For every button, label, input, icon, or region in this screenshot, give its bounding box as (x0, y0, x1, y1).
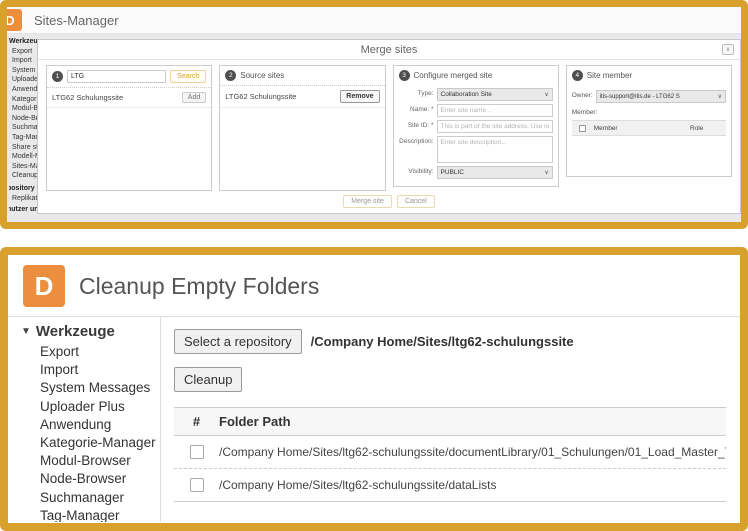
add-button[interactable]: Add (182, 92, 206, 103)
owner-label: Owner: (572, 90, 593, 103)
app-logo: D (0, 9, 22, 31)
name-label: Name: * (399, 104, 437, 117)
tools-sidebar: ▼ Werkzeuge Export Import System Message… (8, 317, 161, 522)
chevron-down-icon: ∨ (544, 91, 548, 98)
sidebar-item[interactable]: Uploader Plus (40, 398, 160, 416)
description-label: Description: (399, 136, 437, 163)
search-sites-panel: 1 Search LTG62 Schulungssite Add (46, 65, 212, 191)
type-select[interactable]: Collaboration Site ∨ (437, 88, 553, 101)
sites-manager-screenshot: D Sites-Manager Werkzeu Export Import Sy… (0, 0, 748, 229)
select-repository-button[interactable]: Select a repository (174, 329, 302, 354)
search-button[interactable]: Search (170, 70, 206, 83)
sidebar-item[interactable]: System Messages (40, 379, 160, 397)
sidebar-item[interactable]: Anwendung (40, 416, 160, 434)
sidebar-item[interactable]: Kategorie-Manager (40, 434, 160, 452)
table-row: /Company Home/Sites/ltg62-schulungssite/… (174, 469, 726, 502)
sites-manager-body: Werkzeu Export Import System Me Uploader… (7, 34, 741, 222)
step-4-badge: 4 (572, 70, 583, 81)
configure-title: Configure merged site (414, 71, 493, 80)
table-row: /Company Home/Sites/ltg62-schulungssite/… (174, 436, 726, 469)
cleanup-header: D Cleanup Empty Folders (8, 255, 740, 317)
folder-path-cell: /Company Home/Sites/ltg62-schulungssite/… (219, 445, 726, 459)
cleanup-content: ▼ Werkzeuge Export Import System Message… (8, 317, 740, 522)
sidebar-item[interactable]: Import (40, 361, 160, 379)
hash-column-header: # (174, 414, 219, 429)
sidebar-item[interactable]: Tag-Manager (40, 507, 160, 522)
step-2-badge: 2 (225, 70, 236, 81)
site-member-title: Site member (587, 71, 632, 80)
site-member-panel: 4 Site member Owner: itis-support@itis.d… (566, 65, 732, 177)
type-label: Type: (399, 88, 437, 101)
sidebar-item[interactable]: Export (40, 343, 160, 361)
role-column-header: Role (690, 125, 726, 132)
page-title: Cleanup Empty Folders (79, 273, 319, 300)
sites-manager-titlebar: D Sites-Manager (7, 7, 741, 34)
visibility-label: Visibility: (399, 166, 437, 179)
source-sites-panel: 2 Source sites LTG62 Schulungssite Remov… (219, 65, 385, 191)
step-3-badge: 3 (399, 70, 410, 81)
owner-select[interactable]: itis-support@itis.de - LTG62 S ∨ (596, 90, 726, 103)
sidebar-item[interactable]: Node-Browser (40, 470, 160, 488)
cleanup-button[interactable]: Cleanup (174, 367, 242, 392)
merge-sites-dialog: Merge sites x 1 Search LTG62 Schulungssi… (37, 39, 741, 214)
member-column-header: Member (594, 125, 690, 132)
site-search-input[interactable] (67, 70, 166, 83)
folders-table-body: /Company Home/Sites/ltg62-schulungssite/… (174, 436, 726, 502)
close-icon[interactable]: x (722, 44, 734, 55)
sidebar-section-label: Werkzeuge (36, 323, 115, 340)
dialog-footer: Merge site Cancel (38, 192, 740, 213)
folder-path-column-header: Folder Path (219, 414, 726, 429)
page-title: Sites-Manager (34, 13, 119, 28)
cleanup-empty-folders-screenshot: D Cleanup Empty Folders ▼ Werkzeuge Expo… (0, 247, 748, 531)
member-label: Member: (572, 109, 726, 116)
row-checkbox[interactable] (190, 445, 204, 459)
site-name-input[interactable] (437, 104, 553, 117)
sidebar-item[interactable]: Modul-Browser (40, 452, 160, 470)
folders-table: # Folder Path /Company Home/Sites/ltg62-… (174, 407, 726, 502)
sidebar-items: Export Import System Messages Uploader P… (21, 343, 160, 522)
chevron-down-icon: ∨ (718, 93, 722, 100)
app-logo: D (23, 265, 65, 307)
step-1-badge: 1 (52, 71, 63, 82)
site-id-label: Site ID: * (399, 120, 437, 133)
repository-row: Select a repository /Company Home/Sites/… (174, 329, 726, 354)
dialog-title: Merge sites (38, 40, 740, 60)
source-site-label: LTG62 Schulungssite (225, 92, 296, 101)
search-result-label: LTG62 Schulungssite (52, 93, 123, 102)
source-sites-title: Source sites (240, 71, 284, 80)
row-checkbox[interactable] (190, 478, 204, 492)
sidebar-item[interactable]: Suchmanager (40, 489, 160, 507)
configure-merged-site-panel: 3 Configure merged site Type: Collaborat… (393, 65, 559, 187)
source-site-row: LTG62 Schulungssite Remove (220, 86, 384, 108)
site-description-textarea[interactable] (437, 136, 553, 163)
sidebar-section-werkzeuge[interactable]: ▼ Werkzeuge (21, 323, 160, 340)
select-all-checkbox[interactable] (579, 125, 586, 132)
folder-path-cell: /Company Home/Sites/ltg62-schulungssite/… (219, 478, 726, 492)
merge-site-button[interactable]: Merge site (343, 195, 392, 208)
site-id-input[interactable] (437, 120, 553, 133)
cleanup-main: Select a repository /Company Home/Sites/… (161, 317, 740, 522)
chevron-down-icon: ∨ (544, 169, 548, 176)
remove-button[interactable]: Remove (340, 90, 379, 103)
cancel-button[interactable]: Cancel (397, 195, 435, 208)
search-result-row: LTG62 Schulungssite Add (47, 88, 211, 108)
folders-table-header: # Folder Path (174, 407, 726, 436)
repository-path: /Company Home/Sites/ltg62-schulungssite (311, 334, 574, 349)
visibility-select[interactable]: PUBLIC ∨ (437, 166, 553, 179)
dialog-panels: 1 Search LTG62 Schulungssite Add 2 Sourc… (38, 60, 740, 191)
collapse-triangle-icon: ▼ (21, 326, 31, 337)
member-table-header: Member Role (572, 120, 726, 136)
